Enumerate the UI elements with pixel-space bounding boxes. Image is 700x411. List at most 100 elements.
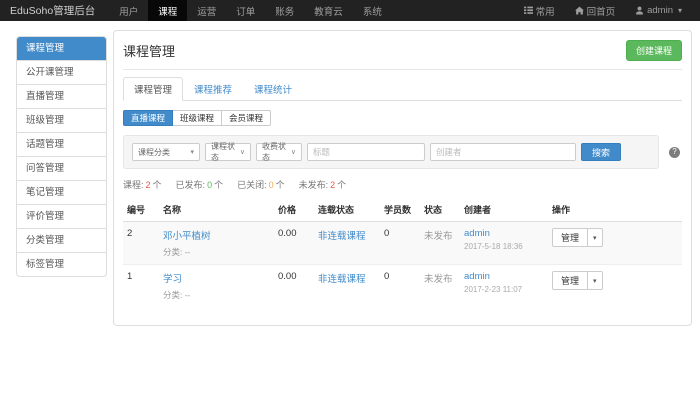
sidebar-item-live-manage[interactable]: 直播管理 <box>17 84 106 108</box>
nav-item-system[interactable]: 系统 <box>353 0 392 21</box>
pill-class-course[interactable]: 班级课程 <box>172 110 222 126</box>
col-status: 状态 <box>420 197 460 222</box>
nav-item-operations[interactable]: 运营 <box>187 0 226 21</box>
top-navbar: EduSoho管理后台 用户 课程 运营 订单 账务 教育云 系统 常用 回首页… <box>0 0 700 21</box>
course-name-link[interactable]: 学习 <box>163 274 182 285</box>
cell-actions: 管理 ▾ <box>548 265 682 308</box>
nav-username: admin <box>647 5 673 16</box>
sidebar-item-category-manage[interactable]: 分类管理 <box>17 228 106 252</box>
col-serial-status: 连载状态 <box>314 197 380 222</box>
sidebar-item-topic-manage[interactable]: 话题管理 <box>17 132 106 156</box>
page-title: 课程管理 <box>123 41 175 60</box>
sidebar-item-course-manage[interactable]: 课程管理 <box>17 37 106 60</box>
sidebar-item-opencourse-manage[interactable]: 公开课管理 <box>17 60 106 84</box>
created-date: 2017-5-18 18:36 <box>464 242 544 251</box>
brand-logo[interactable]: EduSoho管理后台 <box>0 0 109 21</box>
sidebar-item-review-manage[interactable]: 评价管理 <box>17 204 106 228</box>
home-icon <box>575 6 584 15</box>
course-category: 分类: -- <box>163 246 270 258</box>
col-name: 名称 <box>159 197 274 222</box>
caret-down-icon[interactable]: ▾ <box>587 229 602 246</box>
course-stats: 课程: 2 个 已发布: 0 个 已关闭: 0 个 未发布: 2 个 <box>123 178 682 191</box>
serial-status-link[interactable]: 非连载课程 <box>318 274 366 285</box>
nav-item-courses[interactable]: 课程 <box>148 0 187 21</box>
nav-item-educloud[interactable]: 教育云 <box>304 0 353 21</box>
fee-status-select[interactable]: 收费状态 ∨ <box>256 143 302 161</box>
tab-bar: 课程管理 课程推荐 课程统计 <box>123 77 682 101</box>
manage-button: 管理 ▾ <box>552 228 603 247</box>
sidebar-item-note-manage[interactable]: 笔记管理 <box>17 180 106 204</box>
col-students: 学员数 <box>380 197 420 222</box>
th-list-icon <box>524 6 533 15</box>
sidebar: 课程管理 公开课管理 直播管理 班级管理 话题管理 问答管理 笔记管理 评价管理… <box>16 36 107 277</box>
cell-actions: 管理 ▾ <box>548 222 682 265</box>
cell-name: 邓小平植树 分类: -- <box>159 222 274 265</box>
sidebar-item-tag-manage[interactable]: 标签管理 <box>17 252 106 276</box>
user-icon <box>635 6 644 15</box>
col-id: 编号 <box>123 197 159 222</box>
search-button[interactable]: 搜索 <box>581 143 621 161</box>
cell-id: 1 <box>123 265 159 308</box>
creator-link[interactable]: admin <box>464 271 490 282</box>
serial-status-link[interactable]: 非连载课程 <box>318 231 366 242</box>
create-course-button[interactable]: 创建课程 <box>626 40 682 61</box>
tab-course-manage[interactable]: 课程管理 <box>123 77 183 101</box>
help-icon[interactable]: ? <box>669 147 680 158</box>
cell-status: 未发布 <box>420 265 460 308</box>
nav-item-orders[interactable]: 订单 <box>226 0 265 21</box>
nav-item-finance[interactable]: 账务 <box>265 0 304 21</box>
col-creator: 创建者 <box>460 197 548 222</box>
stat-published-value: 0 <box>207 180 212 190</box>
col-price: 价格 <box>274 197 314 222</box>
course-status-select-value: 课程状态 <box>211 141 240 163</box>
main-menu: 用户 课程 运营 订单 账务 教育云 系统 <box>109 0 392 21</box>
course-name-link[interactable]: 邓小平植树 <box>163 231 211 242</box>
cell-students: 0 <box>380 265 420 308</box>
col-actions: 操作 <box>548 197 682 222</box>
pill-live-course[interactable]: 直播课程 <box>123 110 173 126</box>
caret-down-icon[interactable]: ▾ <box>587 272 602 289</box>
chevron-down-icon: ∨ <box>240 149 245 156</box>
chevron-down-icon: ∨ <box>291 149 296 156</box>
cell-price: 0.00 <box>274 265 314 308</box>
nav-home-label: 回首页 <box>587 4 616 18</box>
manage-button: 管理 ▾ <box>552 271 603 290</box>
stat-total: 课程: 2 个 <box>123 178 162 191</box>
sidebar-item-class-manage[interactable]: 班级管理 <box>17 108 106 132</box>
stat-unpublished: 未发布: 2 个 <box>299 178 347 191</box>
cell-creator: admin 2017-2-23 11:07 <box>460 265 548 308</box>
manage-button-label[interactable]: 管理 <box>553 229 587 246</box>
creator-link[interactable]: admin <box>464 228 490 239</box>
cell-creator: admin 2017-5-18 18:36 <box>460 222 548 265</box>
nav-quick-label: 常用 <box>536 4 555 18</box>
stat-total-value: 2 <box>146 180 151 190</box>
table-header-row: 编号 名称 价格 连载状态 学员数 状态 创建者 操作 <box>123 197 682 222</box>
nav-quick-access[interactable]: 常用 <box>514 0 565 21</box>
panel-header: 课程管理 创建课程 <box>123 31 682 70</box>
cell-serial: 非连载课程 <box>314 265 380 308</box>
sidebar-item-qa-manage[interactable]: 问答管理 <box>17 156 106 180</box>
creator-search-input[interactable] <box>430 143 576 161</box>
cell-id: 2 <box>123 222 159 265</box>
nav-item-users[interactable]: 用户 <box>109 0 148 21</box>
category-select-value: 课程分类 <box>138 147 170 158</box>
cell-price: 0.00 <box>274 222 314 265</box>
stat-unpublished-value: 2 <box>330 180 335 190</box>
caret-down-icon: ▾ <box>190 149 194 156</box>
tab-course-recommend[interactable]: 课程推荐 <box>183 77 243 101</box>
course-status-select[interactable]: 课程状态 ∨ <box>205 143 251 161</box>
question-glyph: ? <box>672 148 676 156</box>
tab-course-statistics[interactable]: 课程统计 <box>243 77 303 101</box>
title-search-input[interactable] <box>307 143 425 161</box>
pill-vip-course[interactable]: 会员课程 <box>221 110 271 126</box>
stat-closed-value: 0 <box>269 180 274 190</box>
nav-home[interactable]: 回首页 <box>565 0 626 21</box>
cell-students: 0 <box>380 222 420 265</box>
navbar-right: 常用 回首页 admin ▾ <box>514 0 700 21</box>
course-category: 分类: -- <box>163 289 270 301</box>
main-panel: 课程管理 创建课程 课程管理 课程推荐 课程统计 直播课程 班级课程 会员课程 … <box>113 30 692 326</box>
manage-button-label[interactable]: 管理 <box>553 272 587 289</box>
nav-user-menu[interactable]: admin ▾ <box>625 0 692 21</box>
cell-serial: 非连载课程 <box>314 222 380 265</box>
category-select[interactable]: 课程分类 ▾ <box>132 143 200 161</box>
